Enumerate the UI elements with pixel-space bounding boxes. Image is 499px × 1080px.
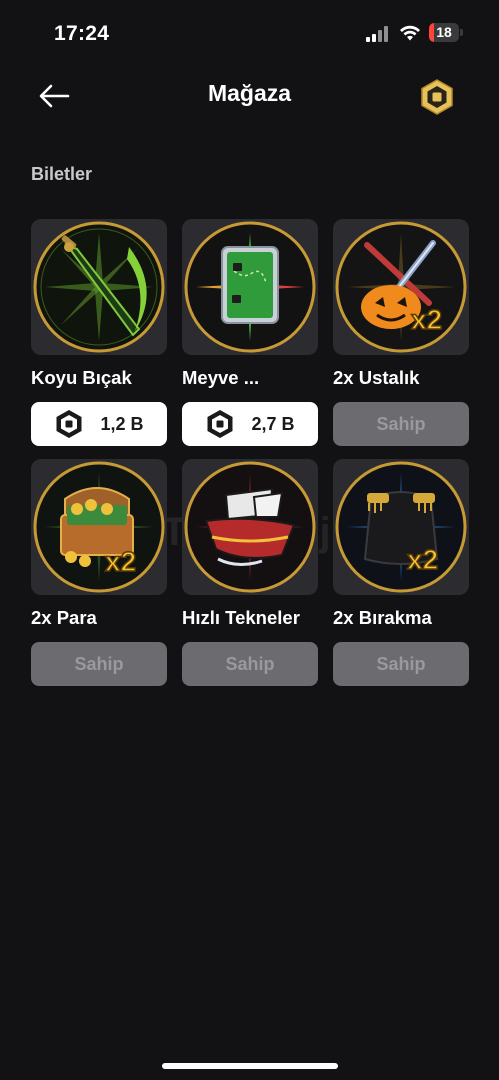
status-bar: 17:24 18 [0,0,499,66]
item-name: 2x Ustalık [333,367,420,388]
header: Mağaza [0,66,499,126]
battery-level: 18 [436,24,452,40]
svg-text:x2: x2 [411,304,442,335]
owned-button[interactable]: Sahip [182,642,318,686]
robux-icon[interactable] [418,78,456,116]
price-label: 2,7 B [251,413,295,434]
mastery-x2-icon: x2 [335,221,467,353]
item-thumbnail[interactable] [182,219,318,355]
svg-text:x2: x2 [105,546,136,577]
item-thumbnail[interactable] [182,459,318,595]
buy-button[interactable]: 2,7 B [182,402,318,446]
item-name: Koyu Bıçak [31,367,132,388]
status-time: 17:24 [54,22,110,45]
robux-icon [56,410,82,438]
item-thumbnail[interactable]: x2 [333,459,469,595]
owned-button[interactable]: Sahip [333,642,469,686]
fast-boat-icon [184,461,316,593]
cellular-signal-icon [366,26,390,42]
battery-indicator: 18 [429,23,463,42]
fruit-map-icon [184,221,316,353]
item-thumbnail[interactable] [31,219,167,355]
drop-coat-x2-icon: x2 [335,461,467,593]
item-thumbnail[interactable]: x2 [31,459,167,595]
owned-button[interactable]: Sahip [333,402,469,446]
item-name: 2x Para [31,607,97,628]
robux-icon [207,410,233,438]
owned-button[interactable]: Sahip [31,642,167,686]
money-chest-x2-icon: x2 [33,461,165,593]
home-indicator[interactable] [162,1063,338,1069]
item-name: Hızlı Tekneler [182,607,300,628]
section-title: Biletler [31,164,93,184]
item-name: Meyve ... [182,367,260,388]
price-label: 1,2 B [100,413,144,434]
item-thumbnail[interactable]: x2 [333,219,469,355]
item-name: 2x Bırakma [333,607,432,628]
buy-button[interactable]: 1,2 B [31,402,167,446]
dark-blade-icon [33,221,165,353]
svg-text:x2: x2 [407,544,438,575]
wifi-icon [400,25,420,41]
